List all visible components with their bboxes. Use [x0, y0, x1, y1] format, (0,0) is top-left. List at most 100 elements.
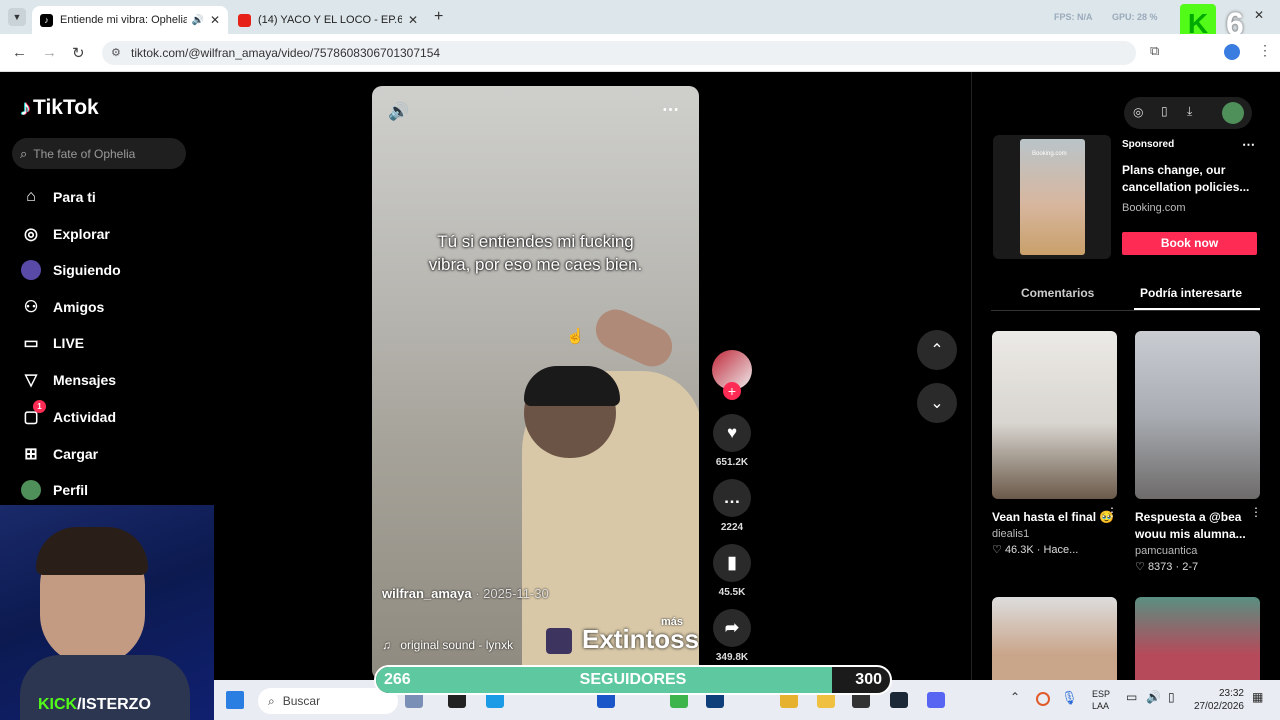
- notifications-icon[interactable]: ▦: [1252, 690, 1263, 704]
- ad-more-icon[interactable]: ⋯: [1242, 137, 1255, 153]
- sidebar-item-explorar[interactable]: ◎ Explorar: [20, 223, 110, 245]
- next-video-button[interactable]: ⌄: [917, 383, 957, 423]
- suggested-video-card[interactable]: Vean hasta el final 🥹 diealis1 ♡ 46.3K ·…: [992, 331, 1117, 556]
- video-thumbnail[interactable]: [992, 597, 1117, 680]
- heart-icon[interactable]: ♥: [713, 414, 751, 452]
- video-date: · 2025-11-30: [475, 586, 549, 601]
- card-more-icon[interactable]: ⋮: [1106, 505, 1118, 519]
- tabs-divider: [991, 310, 1260, 311]
- video-thumbnail[interactable]: [1135, 331, 1260, 499]
- volume-icon[interactable]: 🔊: [388, 102, 409, 122]
- user-avatar[interactable]: [1222, 102, 1244, 124]
- tiktok-logo[interactable]: ♪ TikTok: [20, 95, 99, 121]
- video-author[interactable]: wilfran_amaya: [382, 586, 472, 601]
- sidebar-item-para-ti[interactable]: ⌂ Para ti: [20, 186, 96, 208]
- network-icon[interactable]: ▭: [1126, 690, 1137, 704]
- site-info-icon[interactable]: ⚙: [111, 46, 121, 59]
- save-action[interactable]: ▮ 45.5K: [712, 544, 752, 598]
- reload-icon[interactable]: ↻: [72, 44, 85, 62]
- card-more-icon[interactable]: ⋮: [1250, 505, 1262, 519]
- microphone-icon[interactable]: 🎙: [1061, 690, 1078, 706]
- subtitle-line: Tú si entiendes mi fucking: [437, 232, 634, 251]
- sidebar-item-actividad[interactable]: ▢ 1 Actividad: [20, 400, 116, 428]
- forward-icon[interactable]: →: [42, 44, 57, 61]
- following-icon: [20, 259, 42, 281]
- tab-youtube[interactable]: (14) YACO Y EL LOCO - EP.6 - [ ✕: [230, 6, 426, 34]
- search-box[interactable]: ⌕ The fate of Ophelia: [12, 138, 186, 169]
- video-caption[interactable]: Vean hasta el final 🥹: [992, 509, 1117, 526]
- avatar-icon: [20, 479, 42, 501]
- bookmark-icon[interactable]: ▮: [713, 544, 751, 582]
- tab-list-button[interactable]: ▼: [8, 8, 26, 26]
- tab-suggested[interactable]: Podría interesarte: [1140, 286, 1242, 300]
- video-thumbnail[interactable]: [1135, 597, 1260, 680]
- steam-icon[interactable]: [890, 692, 908, 708]
- sidebar-item-perfil[interactable]: Perfil: [20, 479, 88, 501]
- speaker-icon[interactable]: 🔊: [1146, 690, 1161, 704]
- sidebar-item-cargar[interactable]: ⊞ Cargar: [20, 443, 98, 465]
- explore-icon[interactable]: ◎: [1133, 105, 1143, 119]
- chevron-up-icon: ⌃: [930, 342, 944, 359]
- comment-icon[interactable]: …: [713, 479, 751, 517]
- sidebar-item-label: Siguiendo: [53, 262, 121, 278]
- sidebar-item-label: Para ti: [53, 189, 96, 205]
- sidebar-item-live[interactable]: ▭ LIVE: [20, 332, 84, 354]
- profile-icon[interactable]: [1224, 44, 1240, 60]
- sidebar-item-label: LIVE: [53, 335, 85, 351]
- tray-app-icon[interactable]: [1036, 692, 1050, 706]
- window-close-icon[interactable]: ✕: [1254, 8, 1264, 22]
- sound-line[interactable]: ♫ original sound - lynxk: [382, 638, 513, 652]
- tab-comments[interactable]: Comentarios: [1021, 286, 1094, 300]
- menu-icon[interactable]: ⋮: [1258, 42, 1272, 59]
- tab-tiktok[interactable]: ♪ Entiende mi vibra: Ophelia 🔊 ✕: [32, 6, 228, 34]
- extensions-icon[interactable]: ⧉: [1150, 43, 1159, 59]
- new-tab-button[interactable]: +: [434, 8, 443, 26]
- comment-action[interactable]: … 2224: [712, 479, 752, 533]
- sidebar-item-siguiendo[interactable]: Siguiendo: [20, 259, 121, 281]
- chevron-down-icon: ⌄: [930, 395, 944, 412]
- address-bar[interactable]: ⚙ tiktok.com/@wilfran_amaya/video/757860…: [102, 41, 1136, 65]
- clock[interactable]: 23:32 27/02/2026: [1192, 687, 1244, 713]
- battery-icon[interactable]: ▯: [1168, 690, 1175, 704]
- sidebar-item-label: Perfil: [53, 482, 89, 498]
- search-input[interactable]: The fate of Ophelia: [33, 147, 135, 161]
- sidebar-item-mensajes[interactable]: ▽ Mensajes: [20, 369, 116, 391]
- tab-audio-icon[interactable]: 🔊: [191, 15, 203, 26]
- ad-title[interactable]: Plans change, our cancellation policies.…: [1122, 162, 1258, 196]
- video-thumbnail[interactable]: [992, 331, 1117, 499]
- watermark-text: Extintoss: [582, 624, 700, 654]
- ad-thumbnail[interactable]: Booking.com: [1020, 139, 1085, 255]
- book-now-button[interactable]: Book now: [1122, 232, 1257, 255]
- video-likes: 8373: [1147, 561, 1173, 573]
- more-options-icon[interactable]: ⋯: [662, 100, 679, 120]
- close-tab-icon[interactable]: ✕: [408, 13, 418, 27]
- video-author[interactable]: pamcuantica: [1135, 545, 1260, 557]
- tab-title: (14) YACO Y EL LOCO - EP.6 - [: [258, 14, 402, 26]
- video-likes: 46.3K: [1004, 544, 1034, 556]
- video-caption[interactable]: Respuesta a @bea wouu mis alumna...: [1135, 509, 1260, 543]
- taskbar-search-label: Buscar: [282, 694, 321, 708]
- url-text: tiktok.com/@wilfran_amaya/video/75786083…: [131, 46, 441, 60]
- language-indicator[interactable]: ESP LAA: [1092, 688, 1110, 712]
- device-icon[interactable]: ▯: [1161, 104, 1168, 118]
- share-action[interactable]: ➦ 349.8K: [712, 609, 752, 663]
- close-tab-icon[interactable]: ✕: [210, 13, 220, 27]
- download-icon[interactable]: ⤓: [1187, 104, 1192, 119]
- windows-start-icon[interactable]: [226, 691, 244, 709]
- streamer-hair: [36, 527, 148, 575]
- heart-outline-icon: ♡: [1135, 561, 1145, 573]
- sound-title: original sound - lynxk: [400, 638, 514, 652]
- youtube-favicon-icon: [238, 13, 251, 27]
- follow-plus-icon[interactable]: +: [723, 382, 741, 400]
- home-icon: ⌂: [26, 188, 36, 205]
- discord-icon[interactable]: [927, 692, 945, 708]
- video-author[interactable]: diealis1: [992, 528, 1117, 540]
- tray-chevron-icon[interactable]: ⌃: [1010, 690, 1020, 704]
- suggested-video-card[interactable]: Respuesta a @bea wouu mis alumna... pamc…: [1135, 331, 1260, 573]
- back-icon[interactable]: ←: [12, 44, 27, 61]
- like-action[interactable]: ♥ 651.2K: [712, 414, 752, 468]
- previous-video-button[interactable]: ⌃: [917, 330, 957, 370]
- ad-brand[interactable]: Booking.com: [1122, 202, 1186, 214]
- sidebar-item-amigos[interactable]: ⚇ Amigos: [20, 296, 105, 318]
- share-icon[interactable]: ➦: [713, 609, 751, 647]
